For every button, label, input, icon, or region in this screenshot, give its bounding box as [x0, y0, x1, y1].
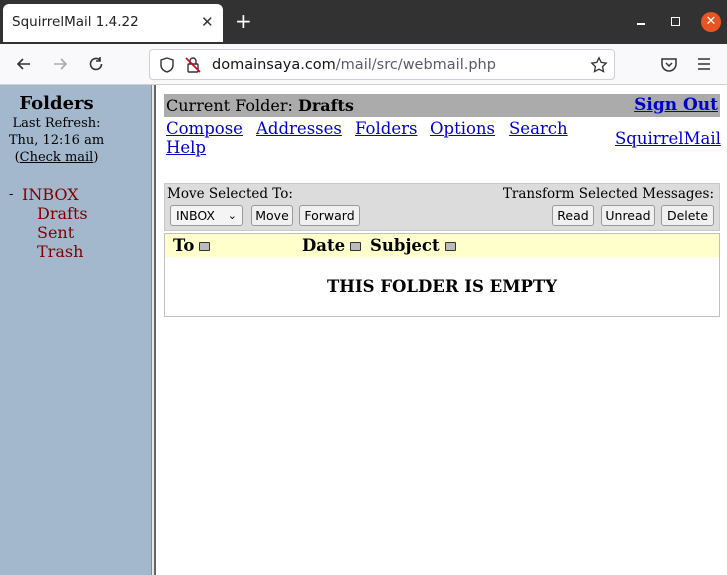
- check-mail: (Check mail): [0, 150, 113, 165]
- empty-folder-message: THIS FOLDER IS EMPTY: [327, 277, 557, 296]
- pocket-icon[interactable]: [659, 54, 679, 74]
- message-action-bar: Move Selected To: Transform Selected Mes…: [164, 183, 720, 231]
- column-subject: Subject: [370, 236, 456, 255]
- forward-button[interactable]: Forward: [299, 205, 360, 226]
- hamburger-menu-icon[interactable]: [694, 54, 714, 74]
- last-refresh-time: Thu, 12:16 am: [8, 133, 105, 148]
- url-bar[interactable]: domainsaya.com/mail/src/webmail.php: [149, 49, 615, 80]
- read-button[interactable]: Read: [552, 205, 594, 226]
- folder-drafts[interactable]: Drafts: [37, 204, 88, 223]
- column-to: To: [173, 236, 211, 255]
- browser-tab[interactable]: SquirrelMail 1.4.22 ✕: [3, 4, 223, 42]
- url-text[interactable]: domainsaya.com/mail/src/webmail.php: [212, 57, 496, 73]
- folder-trash[interactable]: Trash: [37, 242, 83, 261]
- tab-close-icon[interactable]: ✕: [201, 13, 214, 31]
- menu-search[interactable]: Search: [509, 119, 568, 138]
- maximize-icon[interactable]: [671, 17, 680, 26]
- column-subject-label: Subject: [370, 236, 440, 255]
- reload-icon[interactable]: [86, 54, 106, 74]
- column-date: Date: [302, 236, 362, 255]
- menu-folders[interactable]: Folders: [355, 119, 417, 138]
- menu-compose[interactable]: Compose: [166, 119, 243, 138]
- url-domain: domainsaya.com: [212, 57, 336, 73]
- browser-toolbar: domainsaya.com/mail/src/webmail.php: [0, 44, 727, 85]
- delete-button[interactable]: Delete: [661, 205, 714, 226]
- current-folder-bar: Current Folder: Drafts Sign Out: [164, 94, 720, 117]
- frame-divider[interactable]: [151, 85, 156, 575]
- transform-selected-label: Transform Selected Messages:: [502, 186, 714, 202]
- shield-icon[interactable]: [158, 56, 176, 74]
- url-path: /mail/src/webmail.php: [335, 57, 496, 73]
- browser-tab-strip: SquirrelMail 1.4.22 ✕ + ✕: [0, 0, 727, 44]
- current-folder-label: Current Folder:: [166, 96, 293, 115]
- current-folder-name: Drafts: [297, 96, 354, 115]
- message-list-header: To Date Subject: [165, 234, 719, 257]
- folder-collapse-toggle[interactable]: -: [9, 187, 13, 202]
- message-list: To Date Subject THIS FOLDER IS EMPTY: [164, 233, 720, 317]
- folders-heading: Folders: [19, 93, 94, 114]
- folder-sent[interactable]: Sent: [37, 223, 74, 242]
- check-mail-link[interactable]: Check mail: [20, 150, 94, 165]
- sort-subject-icon[interactable]: [444, 242, 456, 251]
- column-to-label: To: [173, 236, 195, 255]
- folder-pane: Folders Last Refresh: Thu, 12:16 am (Che…: [0, 85, 151, 575]
- move-target-value: INBOX: [176, 208, 215, 223]
- current-folder: Current Folder: Drafts: [166, 96, 354, 115]
- squirrelmail-link[interactable]: SquirrelMail: [615, 129, 721, 148]
- window-close-icon[interactable]: ✕: [701, 12, 721, 32]
- menu-options[interactable]: Options: [430, 119, 495, 138]
- check-mail-paren-close: ): [93, 150, 99, 165]
- unread-button[interactable]: Unread: [601, 205, 655, 226]
- move-button[interactable]: Move: [251, 205, 293, 226]
- last-refresh-label: Last Refresh:: [12, 116, 101, 131]
- insecure-lock-icon[interactable]: [184, 56, 202, 74]
- move-selected-label: Move Selected To:: [167, 186, 293, 202]
- tab-title: SquirrelMail 1.4.22: [12, 14, 139, 30]
- back-arrow-icon[interactable]: [14, 54, 34, 74]
- sign-out-link[interactable]: Sign Out: [634, 95, 718, 115]
- new-tab-icon[interactable]: +: [235, 9, 252, 33]
- move-target-select[interactable]: INBOX ⌄: [170, 205, 243, 226]
- minimize-icon[interactable]: [637, 12, 647, 26]
- sort-date-icon[interactable]: [350, 242, 362, 251]
- chevron-down-icon: ⌄: [227, 209, 237, 222]
- menu-help[interactable]: Help: [166, 138, 206, 157]
- sort-to-icon[interactable]: [199, 242, 211, 251]
- column-date-label: Date: [302, 236, 346, 255]
- folder-inbox[interactable]: INBOX: [22, 185, 79, 204]
- bookmark-star-icon[interactable]: [590, 56, 608, 74]
- forward-arrow-icon[interactable]: [50, 54, 70, 74]
- menu-addresses[interactable]: Addresses: [256, 119, 342, 138]
